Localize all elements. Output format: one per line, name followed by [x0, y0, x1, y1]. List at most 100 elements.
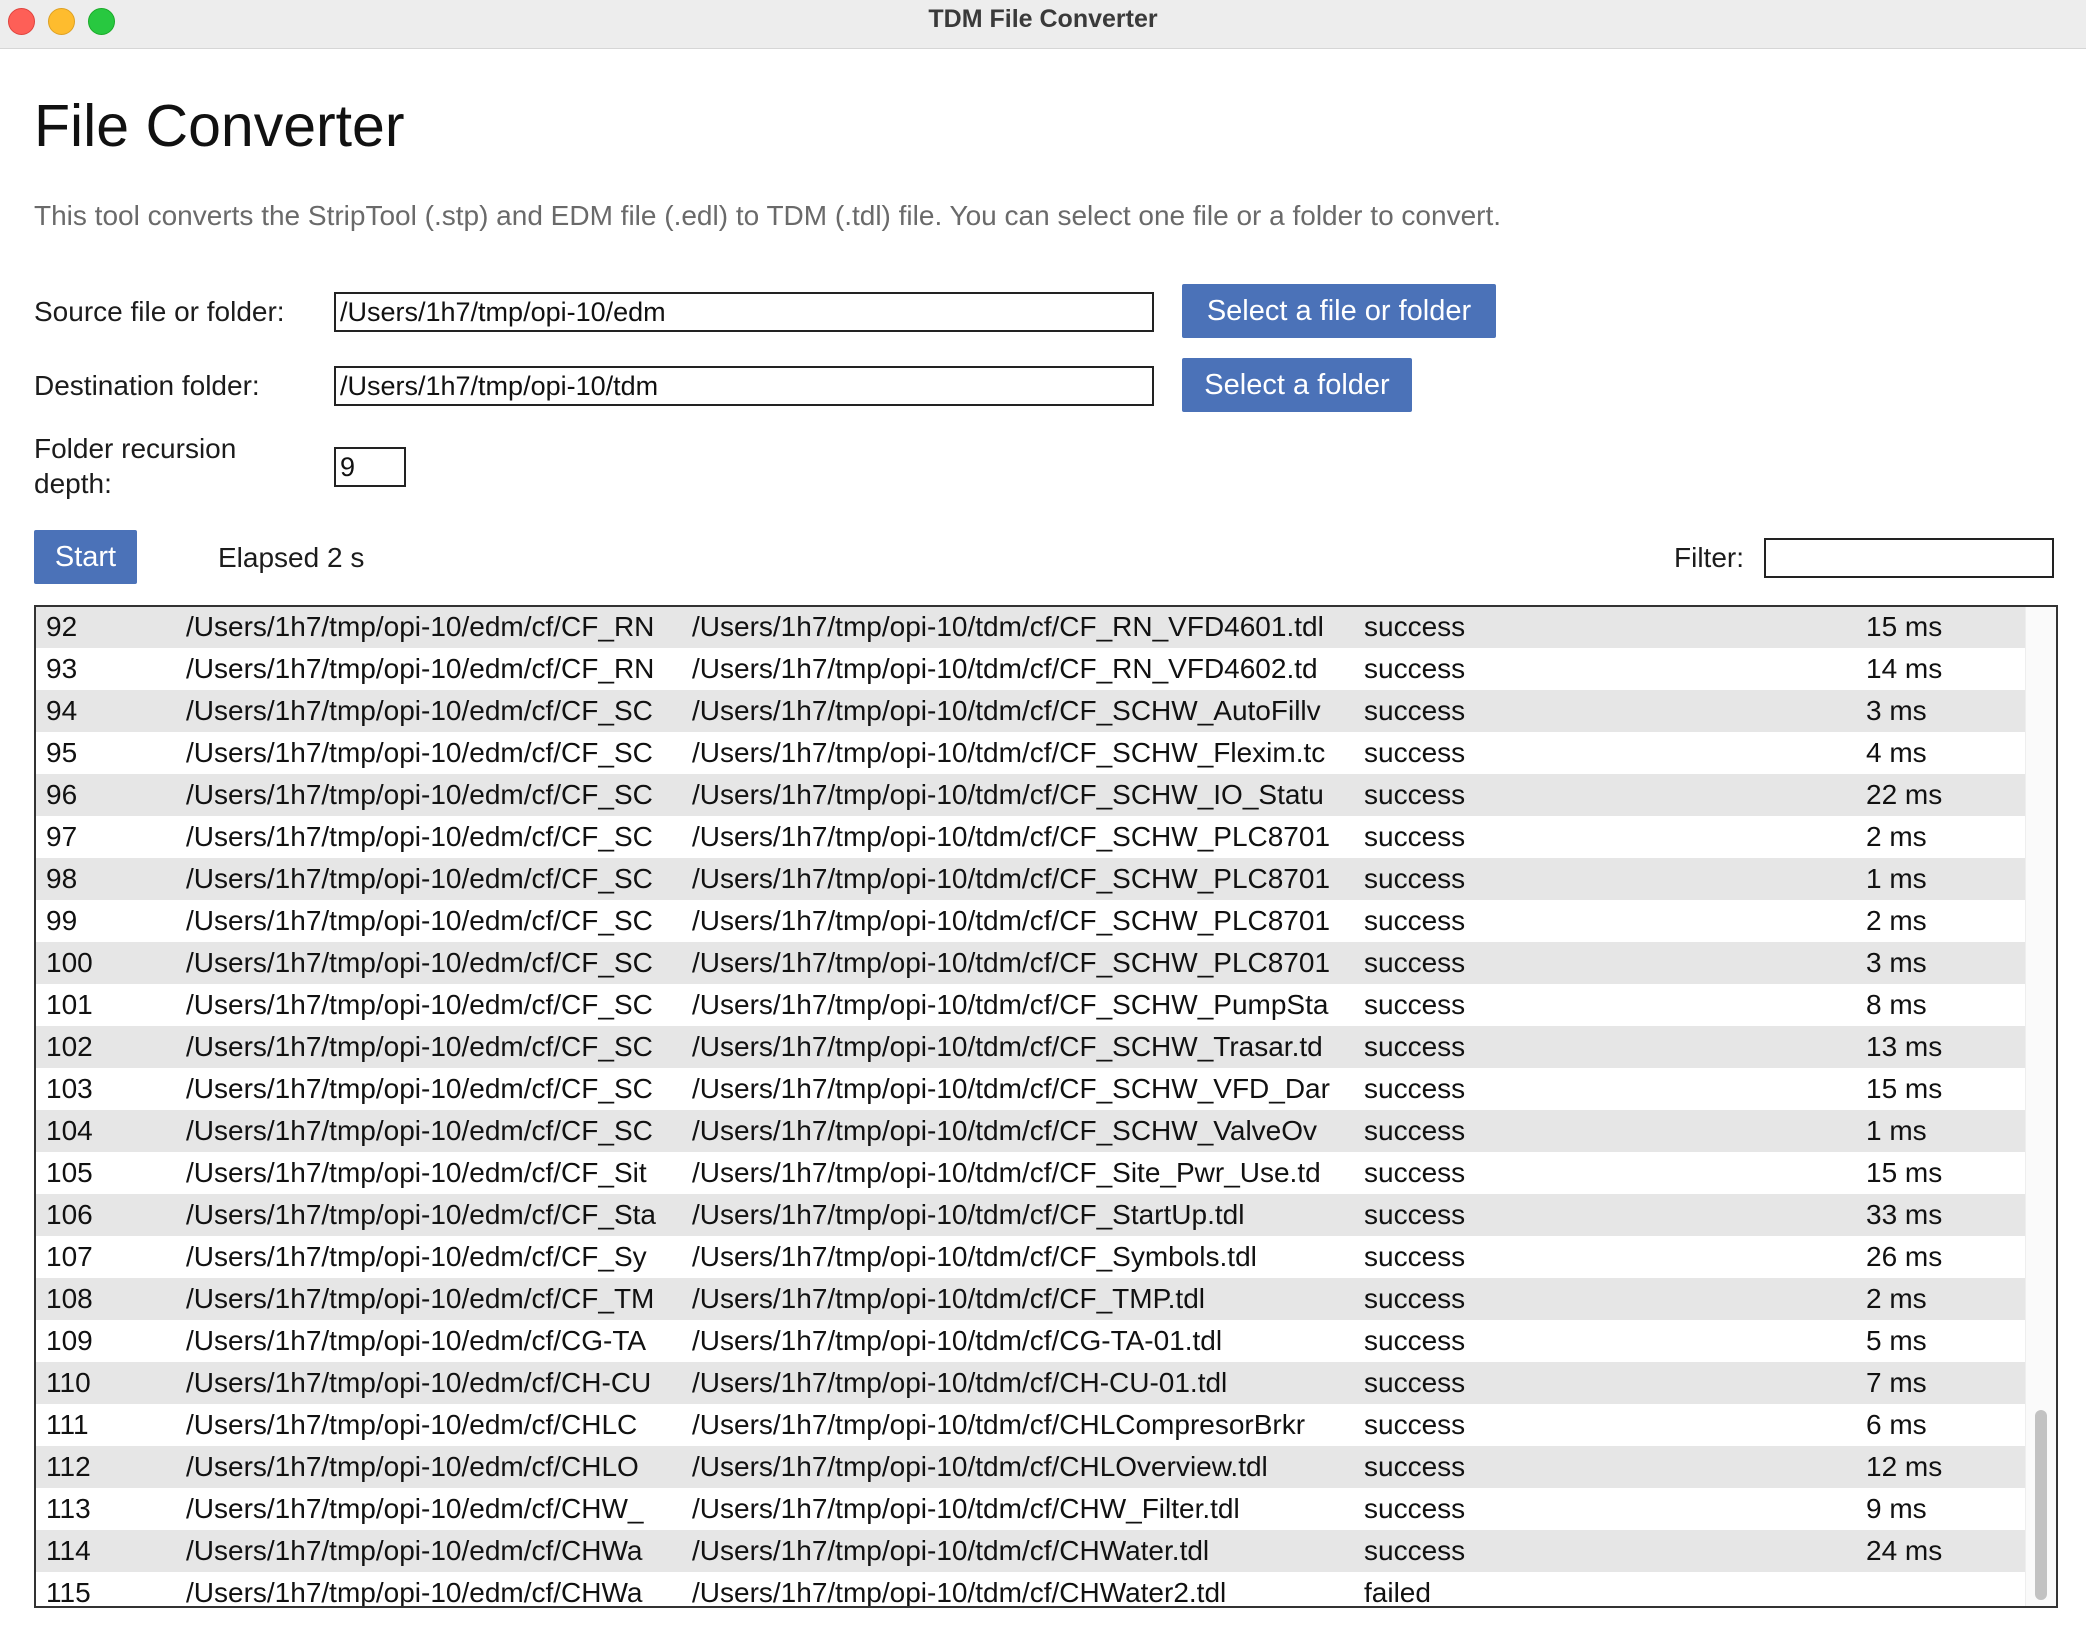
status-cell: success — [1364, 1493, 1466, 1524]
duration-cell: 7 ms — [1866, 1367, 1927, 1398]
duration-cell: 4 ms — [1866, 737, 1927, 768]
row-number: 94 — [46, 695, 78, 726]
duration-cell: 1 ms — [1866, 863, 1927, 894]
destination-path-cell: /Users/1h7/tmp/opi-10/tdm/cf/CF_SCHW_VFD… — [692, 1073, 1330, 1104]
source-path-cell: /Users/1h7/tmp/opi-10/edm/cf/CF_SC — [186, 1073, 653, 1104]
row-number: 93 — [46, 653, 78, 684]
source-path-cell: /Users/1h7/tmp/opi-10/edm/cf/CF_SC — [186, 1115, 653, 1146]
table-row[interactable]: 99/Users/1h7/tmp/opi-10/edm/cf/CF_SC/Use… — [36, 900, 2030, 942]
destination-path-cell: /Users/1h7/tmp/opi-10/tdm/cf/CF_Site_Pwr… — [692, 1157, 1321, 1188]
source-path-cell: /Users/1h7/tmp/opi-10/edm/cf/CF_RN — [186, 611, 655, 642]
table-row[interactable]: 92/Users/1h7/tmp/opi-10/edm/cf/CF_RN/Use… — [36, 607, 2030, 648]
table-row[interactable]: 101/Users/1h7/tmp/opi-10/edm/cf/CF_SC/Us… — [36, 984, 2030, 1026]
table-row[interactable]: 95/Users/1h7/tmp/opi-10/edm/cf/CF_SC/Use… — [36, 732, 2030, 774]
status-cell: success — [1364, 737, 1466, 768]
destination-path-input[interactable] — [334, 366, 1154, 406]
row-number: 113 — [46, 1493, 91, 1524]
start-button[interactable]: Start — [34, 530, 137, 584]
row-number: 99 — [46, 905, 78, 936]
status-cell: success — [1364, 1367, 1466, 1398]
row-number: 106 — [46, 1199, 93, 1230]
destination-path-cell: /Users/1h7/tmp/opi-10/tdm/cf/CF_SCHW_PLC… — [692, 947, 1331, 978]
scrollbar[interactable] — [2025, 607, 2056, 1606]
duration-cell: 22 ms — [1866, 779, 1943, 810]
table-row[interactable]: 114/Users/1h7/tmp/opi-10/edm/cf/CHWa/Use… — [36, 1530, 2030, 1572]
row-number: 101 — [46, 989, 93, 1020]
row-number: 105 — [46, 1157, 93, 1188]
table-row[interactable]: 113/Users/1h7/tmp/opi-10/edm/cf/CHW_ /Use… — [36, 1488, 2030, 1530]
status-cell: success — [1364, 611, 1466, 642]
filter-input[interactable] — [1764, 538, 2054, 578]
destination-path-cell: /Users/1h7/tmp/opi-10/tdm/cf/CF_SCHW_IO_… — [692, 779, 1324, 810]
source-label: Source file or folder: — [34, 296, 285, 327]
duration-cell: 15 ms — [1866, 611, 1943, 642]
status-cell: success — [1364, 1283, 1466, 1314]
duration-cell: 14 ms — [1866, 653, 1943, 684]
source-path-cell: /Users/1h7/tmp/opi-10/edm/cf/CF_TM — [186, 1283, 655, 1314]
row-number: 100 — [46, 947, 93, 978]
table-row[interactable]: 98/Users/1h7/tmp/opi-10/edm/cf/CF_SC/Use… — [36, 858, 2030, 900]
table-row[interactable]: 112/Users/1h7/tmp/opi-10/edm/cf/CHLO/Use… — [36, 1446, 2030, 1488]
source-path-cell: /Users/1h7/tmp/opi-10/edm/cf/CF_SC — [186, 737, 653, 768]
duration-cell: 33 ms — [1866, 1199, 1943, 1230]
row-number: 110 — [46, 1367, 91, 1398]
row-number: 98 — [46, 863, 78, 894]
status-cell: success — [1364, 989, 1466, 1020]
table-row[interactable]: 107/Users/1h7/tmp/opi-10/edm/cf/CF_Sy/Us… — [36, 1236, 2030, 1278]
duration-cell: 13 ms — [1866, 1031, 1943, 1062]
source-path-cell: /Users/1h7/tmp/opi-10/edm/cf/CF_Sta — [186, 1199, 656, 1230]
duration-cell: 6 ms — [1866, 1409, 1927, 1440]
row-number: 96 — [46, 779, 78, 810]
table-row[interactable]: 109/Users/1h7/tmp/opi-10/edm/cf/CG-TA/Us… — [36, 1320, 2030, 1362]
table-row[interactable]: 102/Users/1h7/tmp/opi-10/edm/cf/CF_SC/Us… — [36, 1026, 2030, 1068]
table-row[interactable]: 100/Users/1h7/tmp/opi-10/edm/cf/CF_SC/Us… — [36, 942, 2030, 984]
destination-path-cell: /Users/1h7/tmp/opi-10/tdm/cf/CHLCompreso… — [692, 1409, 1306, 1440]
select-file-or-folder-button[interactable]: Select a file or folder — [1182, 284, 1496, 338]
duration-cell: 3 ms — [1866, 947, 1927, 978]
destination-label: Destination folder: — [34, 370, 260, 401]
source-path-cell: /Users/1h7/tmp/opi-10/edm/cf/CG-TA — [186, 1325, 647, 1356]
duration-cell: 24 ms — [1866, 1535, 1943, 1566]
status-cell: success — [1364, 1115, 1466, 1146]
scrollbar-thumb[interactable] — [2035, 1410, 2047, 1600]
status-cell: success — [1364, 947, 1466, 978]
source-path-cell: /Users/1h7/tmp/opi-10/edm/cf/CHLO — [186, 1451, 639, 1482]
source-path-cell: /Users/1h7/tmp/opi-10/edm/cf/CF_SC — [186, 863, 653, 894]
table-row[interactable]: 103/Users/1h7/tmp/opi-10/edm/cf/CF_SC/Us… — [36, 1068, 2030, 1110]
row-number: 102 — [46, 1031, 93, 1062]
status-cell: success — [1364, 1409, 1466, 1440]
row-number: 103 — [46, 1073, 93, 1104]
row-number: 112 — [46, 1451, 91, 1482]
select-folder-button[interactable]: Select a folder — [1182, 358, 1412, 412]
destination-path-cell: /Users/1h7/tmp/opi-10/tdm/cf/CHLOverview… — [692, 1451, 1268, 1482]
source-path-cell: /Users/1h7/tmp/opi-10/edm/cf/CF_SC — [186, 989, 653, 1020]
table-row[interactable]: 105/Users/1h7/tmp/opi-10/edm/cf/CF_Sit/U… — [36, 1152, 2030, 1194]
destination-path-cell: /Users/1h7/tmp/opi-10/tdm/cf/CHWater.tdl — [692, 1535, 1210, 1566]
table-row[interactable]: 104/Users/1h7/tmp/opi-10/edm/cf/CF_SC/Us… — [36, 1110, 2030, 1152]
table-row[interactable]: 97/Users/1h7/tmp/opi-10/edm/cf/CF_SC/Use… — [36, 816, 2030, 858]
results-table[interactable]: 92/Users/1h7/tmp/opi-10/edm/cf/CF_RN/Use… — [34, 605, 2058, 1608]
table-row[interactable]: 111/Users/1h7/tmp/opi-10/edm/cf/CHLC/Use… — [36, 1404, 2030, 1446]
duration-cell: 2 ms — [1866, 821, 1927, 852]
source-path-cell: /Users/1h7/tmp/opi-10/edm/cf/CF_Sy — [186, 1241, 647, 1272]
status-cell: success — [1364, 1199, 1466, 1230]
status-cell: success — [1364, 1451, 1466, 1482]
table-row[interactable]: 94/Users/1h7/tmp/opi-10/edm/cf/CF_SC/Use… — [36, 690, 2030, 732]
recursion-depth-input[interactable] — [334, 447, 406, 487]
table-row[interactable]: 93/Users/1h7/tmp/opi-10/edm/cf/CF_RN/Use… — [36, 648, 2030, 690]
source-path-cell: /Users/1h7/tmp/opi-10/edm/cf/CF_SC — [186, 779, 653, 810]
depth-label-line2: depth: — [34, 468, 112, 499]
destination-path-cell: /Users/1h7/tmp/opi-10/tdm/cf/CF_SCHW_Aut… — [692, 695, 1321, 726]
row-number: 92 — [46, 611, 78, 642]
status-cell: success — [1364, 905, 1466, 936]
table-row[interactable]: 110/Users/1h7/tmp/opi-10/edm/cf/CH-CU/Us… — [36, 1362, 2030, 1404]
table-row[interactable]: 106/Users/1h7/tmp/opi-10/edm/cf/CF_Sta/U… — [36, 1194, 2030, 1236]
table-row[interactable]: 115/Users/1h7/tmp/opi-10/edm/cf/CHWa/Use… — [36, 1572, 2030, 1606]
destination-path-cell: /Users/1h7/tmp/opi-10/tdm/cf/CG-TA-01.td… — [692, 1325, 1223, 1356]
destination-path-cell: /Users/1h7/tmp/opi-10/tdm/cf/CF_SCHW_Val… — [692, 1115, 1318, 1146]
destination-path-cell: /Users/1h7/tmp/opi-10/tdm/cf/CHW_Filter.… — [692, 1493, 1240, 1524]
table-row[interactable]: 108/Users/1h7/tmp/opi-10/edm/cf/CF_TM/Us… — [36, 1278, 2030, 1320]
source-path-input[interactable] — [334, 292, 1154, 332]
table-row[interactable]: 96/Users/1h7/tmp/opi-10/edm/cf/CF_SC/Use… — [36, 774, 2030, 816]
row-number: 104 — [46, 1115, 93, 1146]
